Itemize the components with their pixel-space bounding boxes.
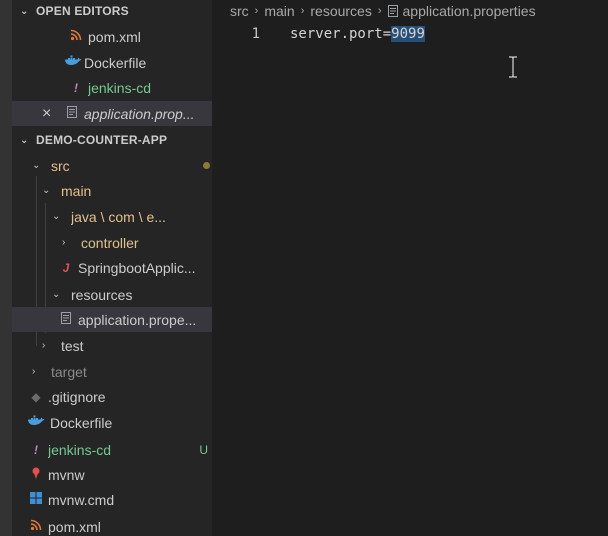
code-text[interactable]: server.port=9099 <box>290 26 425 42</box>
breadcrumb-item[interactable]: main <box>264 3 294 19</box>
explorer-sidebar: ⌄ OPEN EDITORS pom.xml Dockerfile ! jenk… <box>0 0 212 536</box>
tree-item-main[interactable]: ⌄ main <box>12 178 212 203</box>
open-editors-title: OPEN EDITORS <box>36 4 129 18</box>
tree-item-springboot-application[interactable]: J SpringbootApplic... <box>12 255 212 280</box>
tree-item-label: resources <box>71 286 133 303</box>
open-editor-label: Dockerfile <box>84 54 147 71</box>
git-diamond-icon: ◆ <box>31 389 41 404</box>
code-line[interactable]: 1 server.port=9099 <box>212 24 425 44</box>
line-number: 1 <box>251 26 260 42</box>
open-editor-label: application.prop... <box>84 105 195 122</box>
breadcrumb-item[interactable]: application.properties <box>403 3 536 19</box>
breadcrumb: src › main › resources › application.pro… <box>230 0 536 22</box>
open-editor-pom[interactable]: pom.xml <box>12 24 212 49</box>
chevron-right-icon: › <box>377 5 382 17</box>
open-editor-dockerfile[interactable]: Dockerfile <box>12 50 212 75</box>
breadcrumb-item[interactable]: src <box>230 3 249 19</box>
tree-item-test[interactable]: › test <box>12 333 212 358</box>
open-editors-header[interactable]: ⌄ OPEN EDITORS <box>12 0 212 22</box>
tree-item-dockerfile[interactable]: Dockerfile <box>12 410 212 435</box>
tree-item-label: target <box>51 363 87 380</box>
tree-item-resources[interactable]: ⌄ resources <box>12 282 212 307</box>
chevron-down-icon: ⌄ <box>32 160 41 171</box>
properties-file-icon <box>58 312 74 327</box>
editor-area[interactable]: src › main › resources › application.pro… <box>212 0 608 536</box>
activity-bar-edge <box>0 0 12 536</box>
windows-icon <box>28 492 44 507</box>
tree-item-label: .gitignore <box>48 388 106 405</box>
tree-item-jenkins-cd[interactable]: ! jenkins-cd U <box>12 437 212 462</box>
chevron-down-icon: ⌄ <box>20 134 29 146</box>
tree-item-label: mvnw <box>48 466 85 483</box>
rss-icon <box>68 29 84 44</box>
tree-item-label: application.prope... <box>78 311 197 328</box>
chevron-down-icon: ⌄ <box>52 289 61 300</box>
chevron-down-icon: ⌄ <box>52 211 61 222</box>
tree-item-controller[interactable]: › controller <box>12 230 212 255</box>
chevron-right-icon: › <box>62 237 66 248</box>
tree-item-label: pom.xml <box>48 518 101 535</box>
rss-icon <box>28 519 44 534</box>
chevron-down-icon: ⌄ <box>42 185 51 196</box>
tree-item-label: main <box>61 182 92 199</box>
tree-item-label: src <box>51 157 70 174</box>
java-j-icon: J <box>62 260 70 275</box>
modified-dot <box>203 162 210 169</box>
untracked-badge: U <box>199 442 208 457</box>
tree-item-src[interactable]: ⌄ src <box>12 153 212 178</box>
tree-item-application-properties[interactable]: application.prope... <box>12 307 212 332</box>
tree-item-mvnw[interactable]: mvnw <box>12 462 212 487</box>
property-key: server.port= <box>290 26 392 42</box>
properties-file-icon <box>64 106 80 121</box>
chevron-right-icon: › <box>300 5 305 17</box>
tree-item-label: controller <box>81 234 139 251</box>
tree-item-mvnw-cmd[interactable]: mvnw.cmd <box>12 487 212 512</box>
open-editor-application-properties[interactable]: × application.prop... <box>12 101 212 126</box>
docker-whale-icon <box>26 415 46 430</box>
project-title: DEMO-COUNTER-APP <box>36 133 168 147</box>
chevron-right-icon: › <box>32 366 36 377</box>
chevron-down-icon: ⌄ <box>20 5 29 17</box>
chevron-right-icon: › <box>254 5 259 17</box>
properties-file-icon <box>387 5 398 17</box>
exclamation-icon: ! <box>74 80 78 95</box>
open-editor-label: jenkins-cd <box>88 79 152 96</box>
tree-item-pom[interactable]: pom.xml <box>12 514 212 536</box>
docker-whale-icon <box>64 55 82 70</box>
project-header[interactable]: ⌄ DEMO-COUNTER-APP <box>12 129 212 151</box>
tree-item-gitignore[interactable]: ◆ .gitignore <box>12 384 212 409</box>
tree-item-label: Dockerfile <box>50 414 113 431</box>
tree-item-java-package[interactable]: ⌄ java \ com \ e... <box>12 204 212 229</box>
selected-property-value: 9099 <box>391 26 425 42</box>
exclamation-icon: ! <box>34 442 38 457</box>
tree-item-label: java \ com \ e... <box>71 208 166 225</box>
tree-item-label: jenkins-cd <box>48 441 112 458</box>
open-editor-label: pom.xml <box>88 28 141 45</box>
text-cursor-icon <box>509 56 517 78</box>
breadcrumb-item[interactable]: resources <box>310 3 371 19</box>
tree-item-label: test <box>61 337 84 354</box>
chevron-right-icon: › <box>42 340 46 351</box>
close-icon[interactable]: × <box>42 105 56 123</box>
pin-icon <box>28 467 44 482</box>
tree-item-label: SpringbootApplic... <box>78 259 196 276</box>
tree-item-target[interactable]: › target <box>12 359 212 384</box>
open-editor-jenkins-cd[interactable]: ! jenkins-cd U <box>12 75 212 100</box>
tree-item-label: mvnw.cmd <box>48 491 115 508</box>
